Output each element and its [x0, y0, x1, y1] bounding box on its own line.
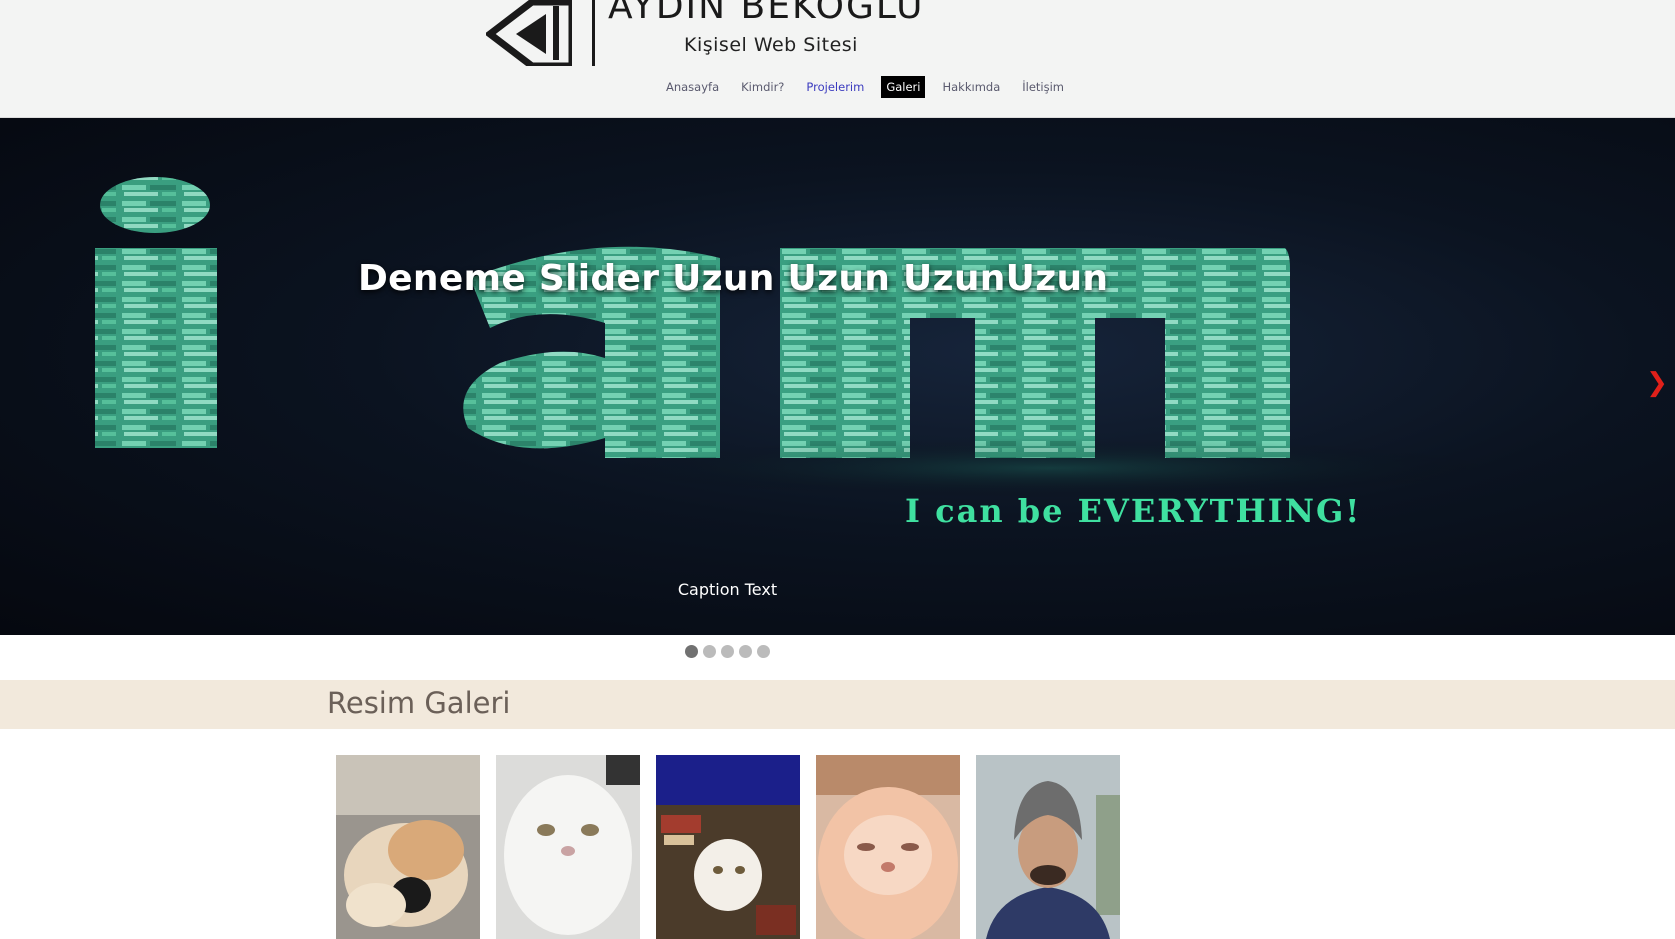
slider-dots [0, 645, 1455, 661]
gallery-image-1[interactable] [336, 755, 480, 939]
nav-anasayfa[interactable]: Anasayfa [661, 76, 724, 98]
slide-image: I can be EVERYTHING! [95, 177, 1500, 530]
site-name: AYDIN BEKOĞLU [608, 0, 925, 27]
slide-title: Deneme Slider Uzun Uzun UzunUzun [358, 258, 1109, 299]
site-header: AYDIN BEKOĞLU Kişisel Web Sitesi Anasayf… [0, 0, 1675, 118]
nav-iletisim[interactable]: İletişim [1017, 76, 1069, 98]
slide-caption: Caption Text [677, 580, 778, 599]
nav-kimdir[interactable]: Kimdir? [736, 76, 789, 98]
site-logo[interactable]: AYDIN BEKOĞLU Kişisel Web Sitesi [486, 0, 986, 70]
nav-galeri[interactable]: Galeri [881, 76, 926, 98]
slider-dot-2[interactable] [703, 645, 716, 658]
nav-projelerim[interactable]: Projelerim [801, 76, 869, 98]
page: AYDIN BEKOĞLU Kişisel Web Sitesi Anasayf… [0, 0, 1675, 939]
hero-slider: I can be EVERYTHING! Deneme Slider Uzun … [0, 118, 1675, 635]
main-nav: Anasayfa Kimdir? Projelerim Galeri Hakkı… [0, 76, 1675, 100]
chevron-right-icon[interactable]: ❯ [1645, 368, 1669, 398]
gallery-header: Resim Galeri [0, 680, 1675, 729]
gallery-image-5[interactable] [976, 755, 1120, 939]
gallery-grid [336, 755, 1136, 939]
slider-dot-5[interactable] [757, 645, 770, 658]
slider-dot-3[interactable] [721, 645, 734, 658]
slider-dot-4[interactable] [739, 645, 752, 658]
site-subtitle: Kişisel Web Sitesi [684, 34, 858, 56]
slider-dot-1[interactable] [685, 645, 698, 658]
gallery-title: Resim Galeri [327, 686, 511, 720]
gallery-image-4[interactable] [816, 755, 960, 939]
nav-hakkimda[interactable]: Hakkımda [937, 76, 1005, 98]
gallery-image-2[interactable] [496, 755, 640, 939]
gallery-image-3[interactable] [656, 755, 800, 939]
logo-divider [592, 0, 595, 66]
logo-mark-icon [486, 0, 572, 66]
slide-tagline: I can be EVERYTHING! [905, 492, 1361, 530]
